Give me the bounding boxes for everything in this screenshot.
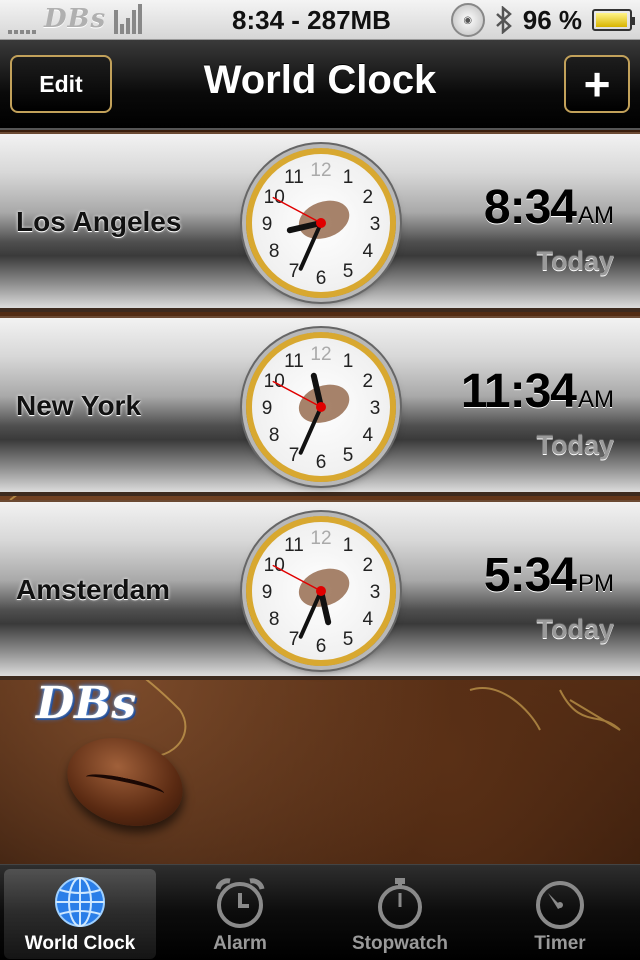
clock-numeral: 9 [262, 582, 273, 603]
time-display: 11:34AM [461, 364, 614, 419]
day-label: Today [536, 614, 614, 644]
clock-row[interactable]: Los Angeles 1 2 3 4 5 6 7 8 9 10 11 12 8:34AM Today [0, 132, 640, 312]
battery-percent: 96 % [522, 4, 582, 35]
time-display: 5:34PM [484, 548, 614, 603]
navigation-bar: Edit World Clock + [0, 40, 640, 130]
tab-label: Stopwatch [351, 933, 449, 954]
brand-logo: DBs [36, 678, 137, 729]
status-right: ◉ 96 % [450, 3, 635, 37]
alarm-clock-icon [215, 878, 265, 928]
tab-label: World Clock [24, 933, 136, 954]
clock-numeral: 7 [289, 445, 300, 466]
clock-numeral: 3 [370, 214, 381, 235]
time-ampm: PM [578, 570, 614, 597]
status-left: DBs [8, 4, 143, 34]
clock-numeral: 6 [316, 636, 327, 657]
clock-numeral: 9 [262, 214, 273, 235]
clock-numeral: 4 [363, 241, 374, 262]
activity-bars-icon [114, 4, 143, 34]
add-city-button[interactable]: + [564, 55, 630, 113]
battery-icon [592, 9, 635, 31]
clock-numeral: 6 [316, 452, 327, 473]
clock-numeral: 3 [370, 582, 381, 603]
analog-clock: 1 2 3 4 5 6 7 8 9 10 11 12 [246, 148, 396, 298]
clock-numeral: 2 [363, 555, 374, 576]
time-value: 8:34 [483, 181, 577, 234]
clock-numeral: 12 [310, 160, 331, 181]
clock-numeral: 5 [343, 261, 354, 282]
carrier-logo: DBs [44, 4, 107, 34]
world-clock-list: Los Angeles 1 2 3 4 5 6 7 8 9 10 11 12 8:34AM Today… [0, 130, 640, 864]
clock-numeral: 4 [363, 425, 374, 446]
clock-numeral: 4 [363, 609, 374, 630]
clock-numeral: 12 [310, 528, 331, 549]
city-name: New York [16, 390, 142, 421]
clock-numeral: 11 [284, 535, 304, 556]
clock-numeral: 7 [289, 629, 300, 650]
status-bar: DBs 8:34 - 287MB ◉ 96 % [0, 0, 640, 40]
clock-numeral: 8 [269, 425, 280, 446]
clock-row[interactable]: New York 1 2 3 4 5 6 7 8 9 10 11 12 11:34AM Today [0, 316, 640, 496]
clock-numeral: 8 [269, 241, 280, 262]
tab-label: Alarm [213, 933, 267, 954]
clock-numeral: 5 [343, 445, 354, 466]
time-ampm: AM [578, 386, 614, 413]
clock-numeral: 11 [284, 167, 304, 188]
globe-icon [55, 877, 105, 927]
tab-stopwatch[interactable]: Stopwatch [324, 869, 476, 959]
clock-numeral: 1 [343, 351, 354, 372]
tab-label: Timer [534, 933, 586, 954]
analog-clock: 1 2 3 4 5 6 7 8 9 10 11 12 [246, 516, 396, 666]
tab-alarm[interactable]: Alarm [164, 869, 316, 959]
clock-numeral: 9 [262, 398, 273, 419]
day-label: Today [536, 430, 614, 460]
clock-numeral: 3 [370, 398, 381, 419]
clock-numeral: 1 [343, 167, 354, 188]
city-name: Amsterdam [16, 574, 171, 605]
clock-numeral: 5 [343, 629, 354, 650]
day-label: Today [536, 246, 614, 276]
clock-center-pin [316, 402, 326, 412]
time-display: 8:34AM [484, 180, 614, 235]
clock-numeral: 1 [343, 535, 354, 556]
dbs-badge-icon: ◉ [450, 3, 485, 37]
clock-numeral: 2 [363, 187, 374, 208]
tab-timer[interactable]: Timer [484, 869, 636, 959]
time-value: 5:34 [483, 549, 577, 602]
time-ampm: AM [578, 202, 614, 229]
city-name: Los Angeles [16, 206, 182, 237]
analog-clock: 1 2 3 4 5 6 7 8 9 10 11 12 [246, 332, 396, 482]
clock-numeral: 2 [363, 371, 374, 392]
clock-numeral: 11 [284, 351, 304, 372]
tab-world-clock[interactable]: World Clock [4, 869, 156, 959]
clock-numeral: 6 [316, 268, 327, 289]
clock-numeral: 7 [289, 261, 300, 282]
battery-fill [596, 13, 627, 27]
page-title: World Clock [203, 58, 437, 102]
stopwatch-icon [378, 878, 422, 929]
tab-bar: World Clock Alarm Stopwatch Timer [0, 864, 640, 960]
timer-icon [536, 881, 584, 929]
signal-bars-icon [8, 30, 36, 34]
clock-numeral: 12 [310, 344, 331, 365]
clock-center-pin [316, 586, 326, 596]
bluetooth-icon [495, 6, 512, 34]
clock-numeral: 8 [269, 609, 280, 630]
time-value: 11:34 [460, 365, 577, 418]
status-time-memory: 8:34 - 287MB [232, 5, 391, 35]
clock-row[interactable]: Amsterdam 1 2 3 4 5 6 7 8 9 10 11 12 5:34PM Today [0, 500, 640, 680]
clock-center-pin [316, 218, 326, 228]
